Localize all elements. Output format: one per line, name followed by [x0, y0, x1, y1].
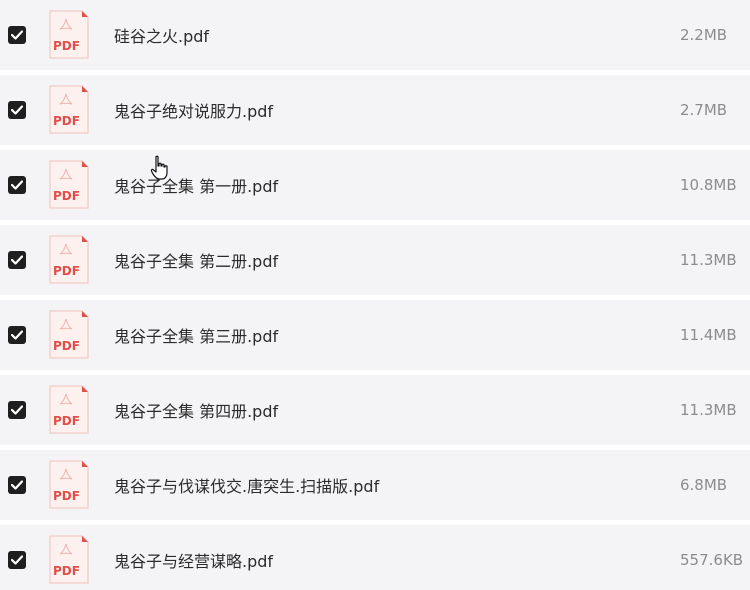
- file-name[interactable]: 鬼谷子绝对说服力.pdf: [114, 98, 273, 122]
- pdf-file-icon: PDF: [48, 385, 90, 435]
- pdf-icon-label: PDF: [53, 564, 80, 578]
- row-checkbox[interactable]: [8, 326, 26, 344]
- pdf-icon-label: PDF: [53, 414, 80, 428]
- file-name[interactable]: 鬼谷子与伐谋伐交.唐突生.扫描版.pdf: [114, 473, 379, 497]
- pdf-icon-label: PDF: [53, 114, 80, 128]
- file-size: 10.8MB: [680, 176, 737, 194]
- row-checkbox[interactable]: [8, 401, 26, 419]
- file-name[interactable]: 鬼谷子全集 第三册.pdf: [114, 323, 278, 347]
- pdf-file-icon: PDF: [48, 235, 90, 285]
- file-size: 557.6KB: [680, 551, 744, 569]
- file-name[interactable]: 鬼谷子全集 第一册.pdf: [114, 173, 278, 197]
- file-size: 2.7MB: [680, 101, 728, 119]
- file-size: 2.2MB: [680, 26, 728, 44]
- file-name[interactable]: 鬼谷子全集 第四册.pdf: [114, 398, 278, 422]
- pdf-file-icon: PDF: [48, 460, 90, 510]
- file-list: PDF 硅谷之火.pdf 2.2MB PDF 鬼谷子绝对说服力.pdf 2.7M…: [0, 0, 750, 590]
- file-row[interactable]: PDF 鬼谷子全集 第一册.pdf 10.8MB: [0, 150, 750, 220]
- file-size: 11.4MB: [680, 326, 737, 344]
- row-checkbox[interactable]: [8, 101, 26, 119]
- pdf-file-icon: PDF: [48, 10, 90, 60]
- file-row[interactable]: PDF 鬼谷子全集 第二册.pdf 11.3MB: [0, 225, 750, 295]
- pdf-icon-label: PDF: [53, 339, 80, 353]
- pdf-icon-label: PDF: [53, 39, 80, 53]
- file-size: 11.3MB: [680, 401, 737, 419]
- pdf-icon-label: PDF: [53, 489, 80, 503]
- pdf-file-icon: PDF: [48, 310, 90, 360]
- file-row[interactable]: PDF 硅谷之火.pdf 2.2MB: [0, 0, 750, 70]
- file-name[interactable]: 硅谷之火.pdf: [114, 23, 209, 47]
- row-checkbox[interactable]: [8, 26, 26, 44]
- row-checkbox[interactable]: [8, 551, 26, 569]
- file-size: 6.8MB: [680, 476, 728, 494]
- file-row[interactable]: PDF 鬼谷子全集 第四册.pdf 11.3MB: [0, 375, 750, 445]
- file-row[interactable]: PDF 鬼谷子全集 第三册.pdf 11.4MB: [0, 300, 750, 370]
- row-checkbox[interactable]: [8, 476, 26, 494]
- file-row[interactable]: PDF 鬼谷子与经营谋略.pdf 557.6KB: [0, 525, 750, 590]
- pdf-icon-label: PDF: [53, 189, 80, 203]
- file-size: 11.3MB: [680, 251, 737, 269]
- file-name[interactable]: 鬼谷子与经营谋略.pdf: [114, 548, 273, 572]
- pdf-file-icon: PDF: [48, 160, 90, 210]
- row-checkbox[interactable]: [8, 176, 26, 194]
- pdf-file-icon: PDF: [48, 535, 90, 585]
- file-name[interactable]: 鬼谷子全集 第二册.pdf: [114, 248, 278, 272]
- file-row[interactable]: PDF 鬼谷子与伐谋伐交.唐突生.扫描版.pdf 6.8MB: [0, 450, 750, 520]
- row-checkbox[interactable]: [8, 251, 26, 269]
- pdf-icon-label: PDF: [53, 264, 80, 278]
- file-row[interactable]: PDF 鬼谷子绝对说服力.pdf 2.7MB: [0, 75, 750, 145]
- pdf-file-icon: PDF: [48, 85, 90, 135]
